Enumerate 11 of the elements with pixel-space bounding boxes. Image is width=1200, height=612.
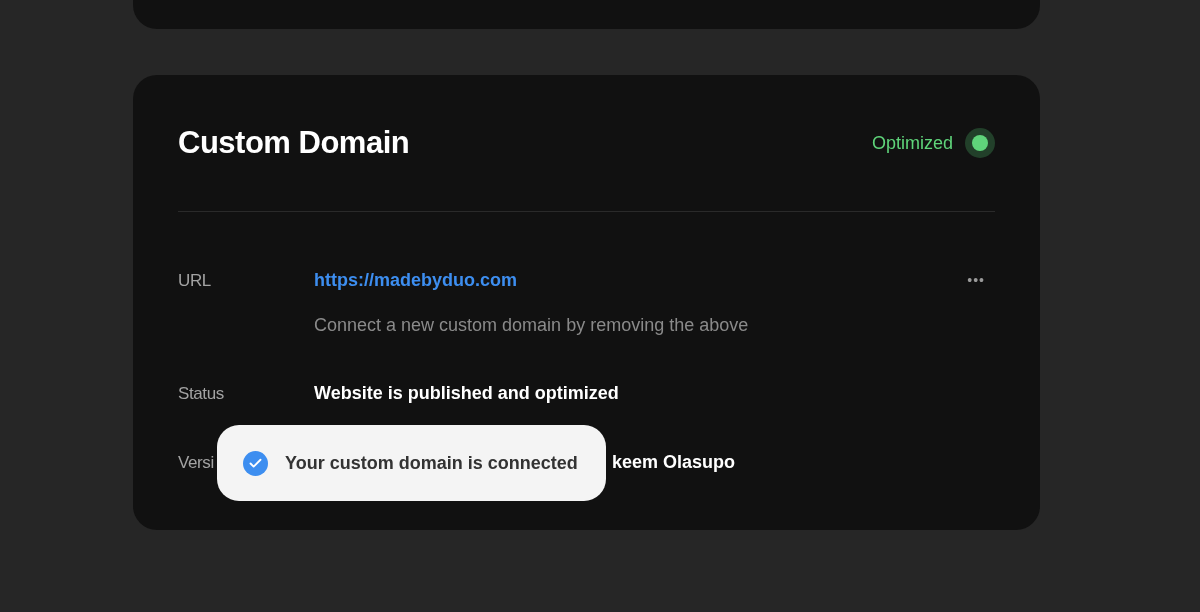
more-button[interactable]: ••• xyxy=(967,268,985,292)
row-value: keem Olasupo xyxy=(612,451,736,474)
hint-text: Connect a new custom domain by removing the above xyxy=(314,314,750,337)
domain-link[interactable]: https://madebyduo.com xyxy=(314,268,517,292)
toast-message: Your custom domain is connected xyxy=(285,451,578,475)
row-label: Status xyxy=(178,384,224,403)
row-label: Versi xyxy=(178,453,214,472)
status-label: Optimized xyxy=(871,131,953,155)
row-label: URL xyxy=(178,271,211,290)
card-title: Custom Domain xyxy=(178,123,410,162)
row-value: Website is published and optimized xyxy=(314,382,619,405)
